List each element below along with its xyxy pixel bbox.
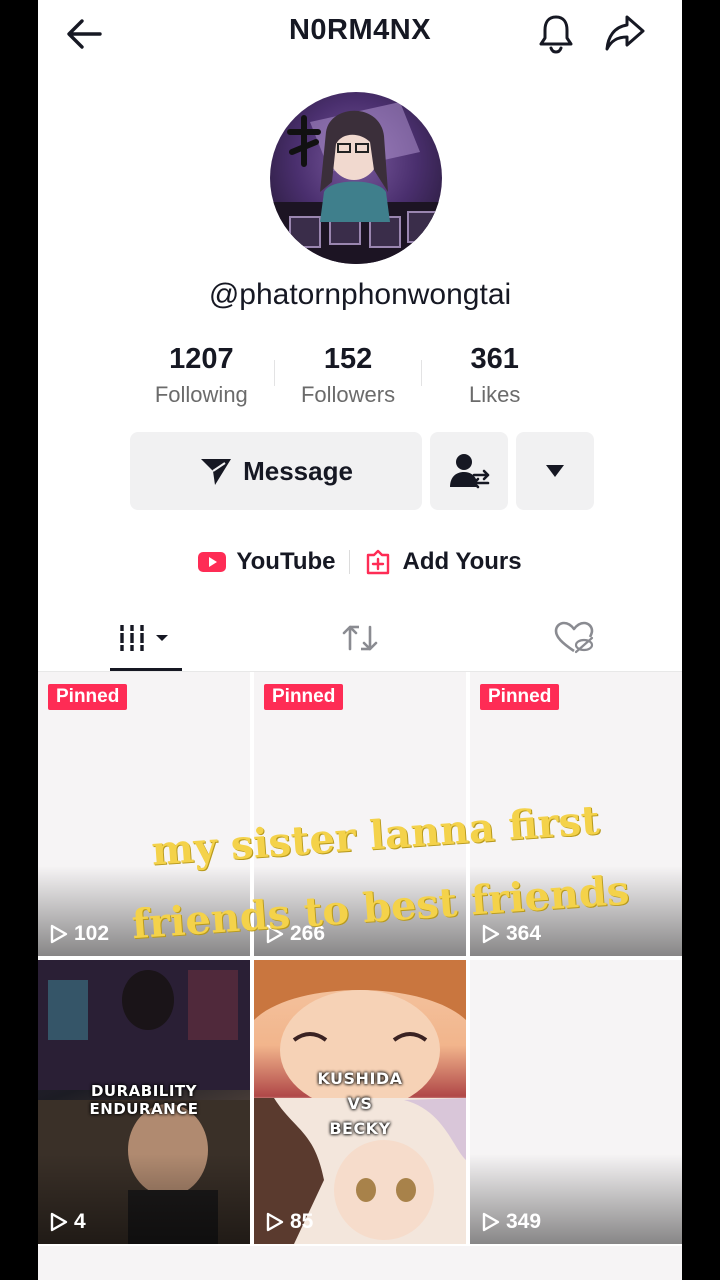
youtube-icon [198,552,227,572]
play-icon [482,1212,500,1232]
stat-label: Following [154,382,248,407]
view-count: 85 [266,1210,313,1234]
add-yours-icon [367,549,390,575]
video-thumbnail[interactable]: KUSHIDA VS BECKY 85 [254,960,466,1244]
profile-username: @phatornphonwongtai [208,278,512,311]
add-yours-link[interactable]: Add Yours [364,548,522,576]
video-grid-icon [118,625,168,651]
view-count-value: 349 [506,1210,542,1233]
play-icon [50,924,68,944]
stat-followers[interactable]: 152 Followers [275,340,422,420]
notifications-button[interactable] [532,10,580,56]
share-button[interactable] [600,10,650,56]
avatar-illustration [270,102,442,264]
pinned-badge: Pinned [480,684,560,710]
next-row-peek [38,1246,682,1280]
tab-liked-private[interactable] [538,604,610,672]
caption-line: VS [347,1094,373,1113]
caption-line: KUSHIDA [317,1069,403,1088]
stat-value: 152 [323,343,373,375]
tab-reposts[interactable] [324,604,396,672]
stat-value: 361 [470,343,519,375]
stats-row: 1207 Following 152 Followers 361 Likes [128,340,568,420]
caption-line: ENDURANCE [89,1100,199,1118]
stat-label: Likes [469,382,521,407]
top-bar: N0RM4NX [38,0,682,70]
profile-screen: N0RM4NX @phatornphonwongtai 1207 Followi… [38,0,682,1280]
hidden-heart-icon [554,621,594,654]
caret-down-icon [546,465,564,477]
view-count-value: 85 [290,1210,314,1233]
share-icon [605,15,645,51]
stat-label: Followers [300,382,396,407]
video-thumbnail[interactable]: 349 [470,960,682,1244]
stat-value: 1207 [169,343,234,375]
video-thumbnail[interactable]: DURABILITY ENDURANCE 4 [38,960,250,1244]
pinned-badge: Pinned [48,684,128,710]
view-count-value: 4 [74,1210,86,1233]
thumbnail-caption: DURABILITY ENDURANCE [38,1082,250,1118]
add-yours-label: Add Yours [402,548,522,575]
page-title: N0RM4NX [288,14,432,46]
bell-icon [539,15,573,54]
content-tabs [38,604,682,672]
send-icon [201,459,232,485]
caption-line: BECKY [329,1119,391,1138]
caption-line: DURABILITY [90,1082,198,1100]
play-icon [50,1212,68,1232]
avatar[interactable] [270,92,442,264]
thumbnail-caption: KUSHIDA VS BECKY [254,1066,466,1141]
view-count: 349 [482,1210,541,1234]
message-button[interactable]: Message [130,432,422,510]
divider [349,550,351,574]
repost-icon [342,625,378,651]
active-tab-indicator [110,668,182,671]
message-label: Message [243,455,353,486]
divider [274,360,275,386]
youtube-link[interactable]: YouTube [198,548,335,576]
friend-toggle-button[interactable] [430,432,508,510]
pinned-badge: Pinned [264,684,344,710]
more-options-button[interactable] [516,432,594,510]
divider [421,360,422,386]
stat-following[interactable]: 1207 Following [128,340,275,420]
user-swap-icon [450,454,490,489]
view-count: 4 [50,1210,86,1234]
tab-videos[interactable] [110,604,182,672]
profile-links: YouTube Add Yours [38,542,682,582]
stat-likes[interactable]: 361 Likes [421,340,568,420]
play-icon [266,1212,284,1232]
youtube-label: YouTube [236,548,336,575]
